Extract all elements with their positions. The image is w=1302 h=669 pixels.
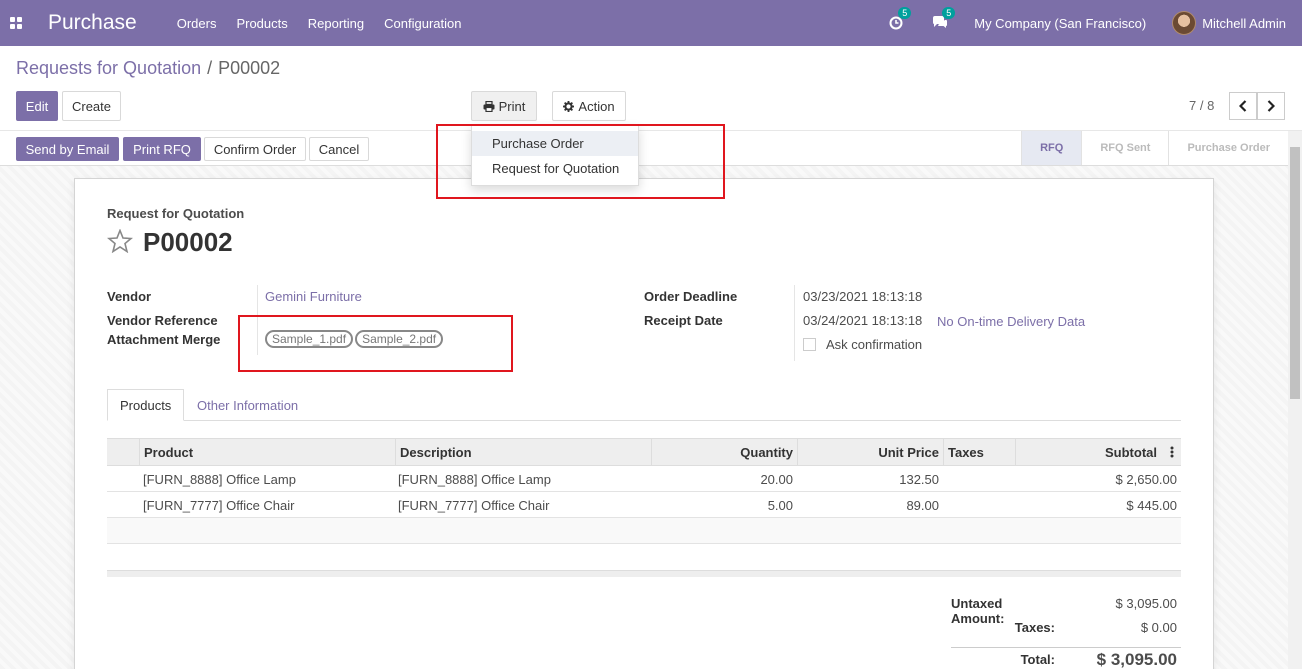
table-row[interactable]: [FURN_7777] Office Chair [FURN_7777] Off… <box>107 492 1181 518</box>
receipt-date-field[interactable]: 03/24/2021 18:13:18 <box>803 313 922 328</box>
highlight-box-attachments <box>238 315 513 372</box>
app-brand[interactable]: Purchase <box>48 11 137 35</box>
breadcrumb-current: P00002 <box>218 58 281 78</box>
menu-configuration[interactable]: Configuration <box>374 16 471 31</box>
tab-products[interactable]: Products <box>107 389 185 421</box>
pager-value[interactable]: 7 / 8 <box>1189 98 1214 113</box>
vertical-dots-icon <box>1170 446 1174 458</box>
highlight-box-print-menu <box>436 124 725 199</box>
top-navbar: Purchase Orders Products Reporting Confi… <box>0 0 1302 46</box>
grid-icon <box>10 17 22 29</box>
scrollbar[interactable] <box>1288 131 1302 669</box>
totals-separator <box>951 647 1181 648</box>
user-avatar[interactable] <box>1172 11 1197 35</box>
order-lines-table: Product Description Quantity Unit Price … <box>107 438 1181 544</box>
vendor-label: Vendor <box>107 289 152 304</box>
row-subtotal: $ 2,650.00 <box>1115 471 1177 487</box>
pager-previous-button[interactable] <box>1229 92 1257 120</box>
row-product: [FURN_8888] Office Lamp <box>143 471 296 487</box>
row-product: [FURN_7777] Office Chair <box>143 497 295 513</box>
totals-box: Untaxed Amount: $ 3,095.00 Taxes: $ 0.00… <box>951 596 1181 669</box>
table-footer <box>107 570 1181 577</box>
menu-orders[interactable]: Orders <box>167 16 227 31</box>
table-empty-row <box>107 518 1181 544</box>
attachment-merge-label: Attachment Merge <box>107 332 221 347</box>
print-rfq-button[interactable]: Print RFQ <box>123 137 201 161</box>
edit-button[interactable]: Edit <box>16 91 58 121</box>
status-step-rfq-sent[interactable]: RFQ Sent <box>1081 131 1168 165</box>
activity-button[interactable]: 5 <box>886 7 912 33</box>
taxes-label: Taxes: <box>1014 620 1055 635</box>
row-subtotal: $ 445.00 <box>1126 497 1177 513</box>
gear-icon <box>563 100 575 112</box>
order-deadline-field[interactable]: 03/23/2021 18:13:18 <box>803 289 922 304</box>
menu-reporting[interactable]: Reporting <box>298 16 374 31</box>
cancel-button[interactable]: Cancel <box>309 137 369 161</box>
breadcrumb-parent[interactable]: Requests for Quotation <box>16 58 201 78</box>
vendor-field[interactable]: Gemini Furniture <box>265 289 362 304</box>
chevron-right-icon <box>1267 100 1275 112</box>
taxes-value: $ 0.00 <box>1140 620 1177 635</box>
messages-button[interactable]: 5 <box>930 7 956 33</box>
row-taxes <box>943 492 1015 518</box>
activity-badge: 5 <box>898 7 912 19</box>
row-taxes <box>943 466 1015 492</box>
column-unit-price[interactable]: Unit Price <box>797 439 943 465</box>
print-label: Print <box>498 98 526 114</box>
on-time-delivery-link[interactable]: No On-time Delivery Data <box>937 314 1085 329</box>
column-taxes[interactable]: Taxes <box>943 439 1015 465</box>
tab-other-information[interactable]: Other Information <box>185 389 310 421</box>
total-value: $ 3,095.00 <box>1096 650 1177 669</box>
star-icon[interactable] <box>107 229 133 253</box>
status-step-purchase-order[interactable]: Purchase Order <box>1168 131 1288 165</box>
chevron-left-icon <box>1239 100 1247 112</box>
row-description: [FURN_8888] Office Lamp <box>398 471 551 487</box>
field-divider-right <box>794 285 795 361</box>
document-name: P00002 <box>143 227 233 257</box>
company-switcher[interactable]: My Company (San Francisco) <box>974 16 1146 31</box>
receipt-date-label: Receipt Date <box>644 313 723 328</box>
column-subtotal[interactable]: Subtotal <box>1015 439 1161 465</box>
row-unit-price: 132.50 <box>899 471 939 487</box>
status-step-rfq[interactable]: RFQ <box>1021 131 1082 165</box>
breadcrumb: Requests for Quotation / P00002 <box>16 58 280 79</box>
untaxed-amount-value: $ 3,095.00 <box>1115 596 1177 611</box>
action-button[interactable]: Action <box>552 91 626 121</box>
column-product[interactable]: Product <box>139 439 395 465</box>
column-options-icon[interactable] <box>1163 439 1181 465</box>
vendor-reference-label: Vendor Reference <box>107 313 218 328</box>
row-description: [FURN_7777] Office Chair <box>398 497 550 513</box>
ask-confirmation-checkbox[interactable] <box>803 338 816 351</box>
column-description[interactable]: Description <box>395 439 651 465</box>
status-steps: RFQ RFQ Sent Purchase Order <box>1021 131 1288 167</box>
column-quantity[interactable]: Quantity <box>651 439 797 465</box>
apps-menu-button[interactable] <box>0 0 32 46</box>
action-label: Action <box>578 98 615 114</box>
print-button[interactable]: Print <box>471 91 537 121</box>
table-header: Product Description Quantity Unit Price … <box>107 438 1181 466</box>
form-sheet: Request for Quotation P00002 Vendor Gemi… <box>74 178 1214 669</box>
total-label: Total: <box>1020 652 1055 667</box>
ask-confirmation-label: Ask confirmation <box>826 337 923 352</box>
row-unit-price: 89.00 <box>906 497 939 513</box>
create-button[interactable]: Create <box>62 91 121 121</box>
printer-icon <box>483 100 495 112</box>
row-quantity: 5.00 <box>767 497 793 513</box>
table-row[interactable]: [FURN_8888] Office Lamp [FURN_8888] Offi… <box>107 466 1181 492</box>
scrollbar-thumb[interactable] <box>1290 147 1300 399</box>
user-menu[interactable]: Mitchell Admin <box>1202 16 1286 31</box>
order-deadline-label: Order Deadline <box>644 289 738 304</box>
messages-badge: 5 <box>942 7 956 19</box>
breadcrumb-separator: / <box>207 58 213 78</box>
row-quantity: 20.00 <box>760 471 793 487</box>
send-by-email-button[interactable]: Send by Email <box>16 137 119 161</box>
menu-products[interactable]: Products <box>226 16 297 31</box>
document-type-label: Request for Quotation <box>107 206 245 221</box>
pager-next-button[interactable] <box>1257 92 1285 120</box>
confirm-order-button[interactable]: Confirm Order <box>204 137 306 161</box>
